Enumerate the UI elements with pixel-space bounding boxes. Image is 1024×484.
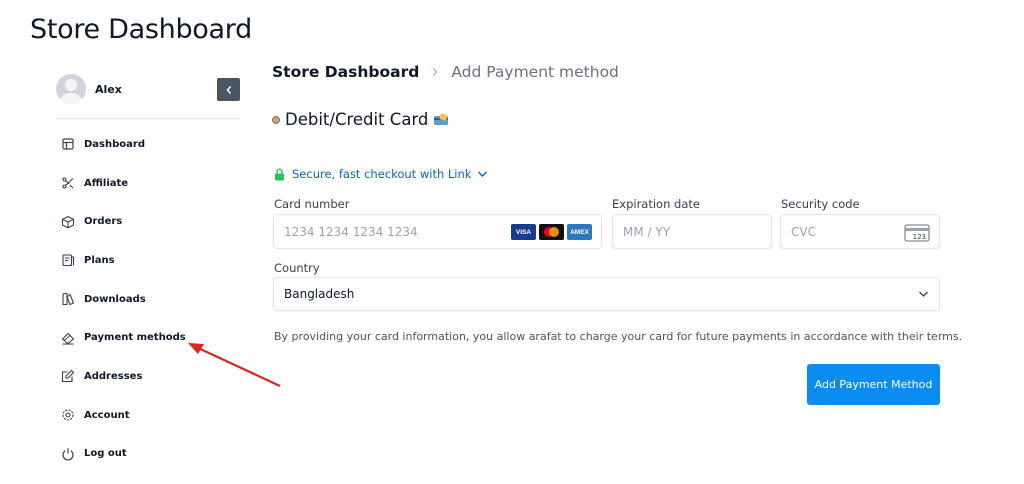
expiration-placeholder: MM / YY — [623, 224, 671, 239]
card-brands: VISA AMEX — [511, 224, 592, 240]
security-code-label: Security code — [781, 197, 860, 211]
sidebar-nav: Dashboard Affiliate Orders Plans Downloa… — [56, 125, 240, 473]
chevron-down-icon — [918, 290, 929, 298]
sidebar-item-label: Orders — [84, 216, 123, 228]
sidebar-item-label: Account — [84, 409, 130, 421]
country-label: Country — [274, 261, 320, 275]
power-icon — [61, 447, 75, 461]
cvc-hint-text: 123 — [913, 233, 926, 241]
security-code-input[interactable]: CVC 123 — [780, 214, 940, 249]
sidebar-item-plans[interactable]: Plans — [56, 241, 240, 280]
sidebar-item-affiliate[interactable]: Affiliate — [56, 164, 240, 203]
breadcrumb: Store Dashboard Add Payment method — [272, 63, 619, 81]
country-value: Bangladesh — [284, 287, 355, 301]
gear-icon — [61, 408, 75, 422]
security-code-placeholder: CVC — [791, 224, 816, 239]
sidebar-item-label: Addresses — [84, 370, 143, 382]
user-name: Alex — [95, 82, 122, 96]
sidebar-item-dashboard[interactable]: Dashboard — [56, 125, 240, 164]
sidebar-item-account[interactable]: Account — [56, 396, 240, 435]
chevron-right-icon — [431, 67, 439, 77]
affiliate-icon — [61, 176, 75, 190]
sidebar-item-label: Affiliate — [84, 177, 129, 189]
avatar — [56, 74, 86, 104]
chevron-down-icon — [477, 170, 488, 178]
sidebar-item-label: Downloads — [84, 293, 146, 305]
sidebar: Alex Dashboard Affiliate Orders Plans Do… — [56, 72, 240, 473]
sidebar-divider — [56, 118, 240, 119]
sidebar-item-label: Log out — [84, 448, 127, 460]
orders-box-icon — [61, 215, 75, 229]
annotation-arrow-icon — [188, 343, 281, 387]
expiration-input[interactable]: MM / YY — [612, 214, 772, 249]
country-select[interactable]: Bangladesh — [273, 277, 940, 311]
sidebar-item-orders[interactable]: Orders — [56, 202, 240, 241]
breadcrumb-root[interactable]: Store Dashboard — [272, 63, 419, 81]
breadcrumb-current: Add Payment method — [451, 63, 619, 81]
credit-card-icon — [433, 113, 449, 127]
lock-icon — [274, 168, 285, 181]
collapse-sidebar-button[interactable] — [217, 78, 240, 101]
user-profile: Alex — [56, 72, 240, 106]
sidebar-item-logout[interactable]: Log out — [56, 435, 240, 474]
amex-logo-icon: AMEX — [567, 224, 592, 240]
sidebar-item-label: Plans — [84, 254, 115, 266]
downloads-icon — [61, 292, 75, 306]
mastercard-logo-icon — [539, 224, 564, 240]
terms-text: By providing your card information, you … — [274, 330, 963, 343]
chevron-left-icon — [226, 85, 231, 94]
sidebar-item-downloads[interactable]: Downloads — [56, 280, 240, 319]
card-number-input[interactable]: 1234 1234 1234 1234 VISA AMEX — [273, 214, 602, 249]
addresses-edit-icon — [61, 369, 75, 383]
method-radio[interactable] — [272, 115, 280, 124]
plans-icon — [61, 253, 75, 267]
add-payment-method-button[interactable]: Add Payment Method — [807, 364, 940, 405]
payment-methods-icon — [61, 331, 75, 345]
card-number-placeholder: 1234 1234 1234 1234 — [284, 224, 418, 239]
card-number-label: Card number — [274, 197, 350, 211]
dashboard-icon — [61, 137, 75, 151]
link-text: Secure, fast checkout with Link — [292, 167, 472, 181]
sidebar-item-label: Payment methods — [84, 332, 186, 344]
method-label: Debit/Credit Card — [285, 110, 429, 129]
visa-logo-icon: VISA — [511, 224, 536, 240]
link-checkout-toggle[interactable]: Secure, fast checkout with Link — [274, 167, 488, 181]
cvc-card-icon: 123 — [904, 224, 930, 245]
sidebar-item-label: Dashboard — [84, 138, 145, 150]
expiration-label: Expiration date — [612, 197, 700, 211]
page-title: Store Dashboard — [30, 14, 252, 45]
payment-method-option[interactable]: Debit/Credit Card — [272, 110, 449, 129]
